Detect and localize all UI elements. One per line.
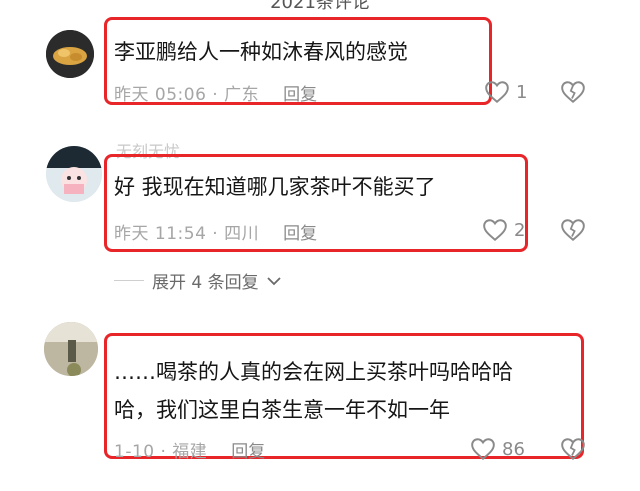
expand-replies-label: 展开 4 条回复	[152, 273, 259, 293]
divider	[114, 280, 144, 281]
avatar[interactable]	[44, 322, 98, 376]
comment-meta: 昨天 05:06 · 广东 回复	[114, 80, 317, 105]
comment-count-header: 2021条评论	[270, 0, 370, 13]
comment-text: 好 我现在知道哪几家茶叶不能买了	[114, 175, 436, 199]
dislike-button[interactable]	[560, 80, 586, 108]
food-photo-avatar-icon	[46, 30, 94, 78]
like-count: 86	[502, 438, 525, 460]
comment-text: 哈，我们这里白茶生意一年不如一年	[114, 398, 450, 422]
comment-time-location: 1-10 · 福建	[114, 442, 208, 462]
comment-meta: 1-10 · 福建 回复	[114, 437, 265, 462]
comment-text: ……喝茶的人真的会在网上买茶叶吗哈哈哈	[114, 360, 513, 384]
cartoon-avatar-icon	[46, 146, 102, 202]
heart-icon	[471, 438, 495, 461]
broken-heart-icon	[561, 219, 585, 242]
like-count: 2	[514, 219, 526, 241]
heart-icon	[485, 81, 509, 104]
heart-icon	[483, 219, 507, 242]
avatar[interactable]	[46, 146, 102, 202]
chevron-down-icon	[266, 276, 281, 285]
comment-text: 李亚鹏给人一种如沐春风的感觉	[114, 40, 408, 64]
comment-meta: 昨天 11:54 · 四川 回复	[114, 219, 317, 244]
avatar[interactable]	[46, 30, 94, 78]
like-button[interactable]: 86	[470, 437, 525, 461]
dislike-button[interactable]	[560, 218, 586, 246]
broken-heart-icon	[561, 438, 585, 461]
dislike-button[interactable]	[560, 437, 586, 465]
like-button[interactable]: 1	[484, 80, 527, 104]
like-button[interactable]: 2	[482, 218, 525, 242]
photo-avatar-icon	[44, 322, 98, 376]
reply-button[interactable]: 回复	[231, 437, 265, 462]
expand-replies-button[interactable]: 展开 4 条回复	[114, 268, 281, 293]
reply-button[interactable]: 回复	[283, 80, 317, 105]
reply-button[interactable]: 回复	[283, 219, 317, 244]
comment-time-location: 昨天 05:06 · 广东	[114, 85, 260, 105]
like-count: 1	[516, 81, 528, 103]
comment-time-location: 昨天 11:54 · 四川	[114, 224, 260, 244]
broken-heart-icon	[561, 81, 585, 104]
